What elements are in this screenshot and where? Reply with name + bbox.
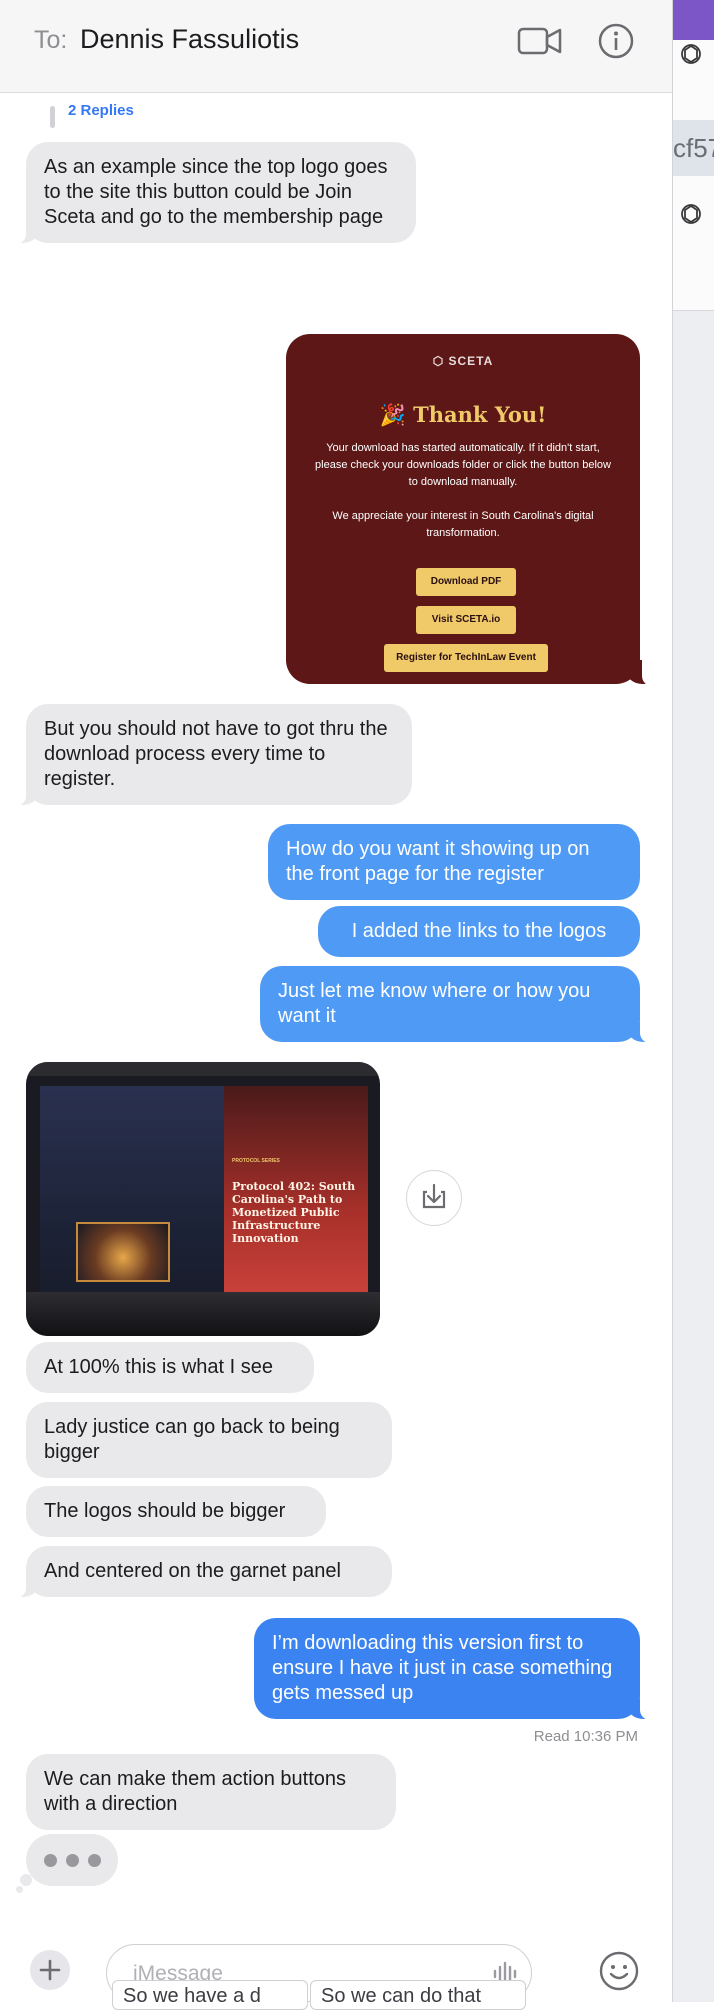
- message-bubble-sent[interactable]: Just let me know where or how you want i…: [260, 966, 650, 1043]
- to-label: To:: [34, 26, 68, 54]
- info-circle-icon[interactable]: [592, 20, 640, 62]
- background-window-header: [673, 0, 714, 40]
- download-tray-icon: [422, 1183, 446, 1209]
- photo-keyboard: [26, 1292, 380, 1336]
- read-receipt: Read 10:36 PM: [533, 1728, 638, 1745]
- message-text: We can make them action buttons with a d…: [44, 1768, 347, 1815]
- message-text: Just let me know where or how you want i…: [278, 980, 591, 1027]
- visit-sceta-button: Visit SCETA.io: [416, 606, 516, 634]
- register-event-button: Register for TechInLaw Event: [384, 644, 548, 672]
- message-bubble-received[interactable]: But you should not have to got thru the …: [16, 704, 412, 806]
- emoji-smile-icon[interactable]: [598, 1950, 640, 1992]
- image-attachment-thank-you[interactable]: ⬡ SCETA 🎉 Thank You! Your download has s…: [286, 334, 640, 684]
- message-bubble-sent[interactable]: I added the links to the logos: [318, 906, 640, 957]
- thank-you-title: 🎉 Thank You!: [379, 402, 547, 427]
- appreciation-text: We appreciate your interest in South Car…: [332, 510, 594, 539]
- message-bubble-received[interactable]: At 100% this is what I see: [26, 1342, 314, 1393]
- conversation-header: To: Dennis Fassuliotis: [0, 0, 672, 93]
- typing-indicator-tail: [20, 1874, 32, 1886]
- download-pdf-button: Download PDF: [416, 568, 516, 596]
- message-text: At 100% this is what I see: [44, 1356, 274, 1378]
- video-camera-icon[interactable]: [516, 20, 564, 62]
- photo-label: PROTOCOL SERIES: [232, 1158, 280, 1164]
- message-thread: To: Dennis Fassuliotis 2 Replies As an e…: [0, 0, 672, 2010]
- sceta-logo: ⬡ SCETA: [432, 354, 494, 368]
- photo-lady-justice-art: [76, 1222, 170, 1282]
- message-bubble-received[interactable]: And centered on the garnet panel: [16, 1546, 392, 1598]
- message-text: I added the links to the logos: [351, 920, 607, 942]
- message-text: How do you want it showing up on the fro…: [286, 838, 590, 885]
- message-text: Lady justice can go back to being bigger: [44, 1416, 340, 1463]
- background-window-strip: cf57: [672, 0, 714, 2002]
- message-text: But you should not have to got thru the …: [44, 718, 388, 790]
- message-bubble-sent[interactable]: How do you want it showing up on the fro…: [268, 824, 640, 900]
- openai-logo-icon[interactable]: [677, 200, 705, 228]
- plus-icon: [39, 1959, 61, 1981]
- message-bubble-sent[interactable]: I’m downloading this version first to en…: [254, 1618, 650, 1720]
- photo-attachment-laptop[interactable]: PROTOCOL SERIES Protocol 402: South Caro…: [26, 1062, 380, 1336]
- openai-logo-icon[interactable]: [677, 40, 705, 68]
- message-bubble-received[interactable]: As an example since the top logo goes to…: [16, 142, 416, 244]
- message-bubble-received[interactable]: The logos should be bigger: [26, 1486, 326, 1537]
- message-bubble-received[interactable]: Lady justice can go back to being bigger: [26, 1402, 392, 1478]
- bubble-tail-mask: [642, 658, 654, 686]
- typing-dot: [44, 1854, 57, 1867]
- photo-title: Protocol 402: South Carolina's Path to M…: [232, 1180, 356, 1245]
- message-text: And centered on the garnet panel: [44, 1560, 341, 1582]
- save-image-button[interactable]: [406, 1170, 462, 1226]
- photo-screen-left: [40, 1086, 224, 1326]
- message-text: The logos should be bigger: [44, 1500, 286, 1522]
- typing-suggestion[interactable]: So we have a d: [112, 1980, 308, 2010]
- typing-indicator: [26, 1834, 118, 1886]
- typing-indicator-tail: [16, 1886, 23, 1893]
- typing-dot: [66, 1854, 79, 1867]
- typing-suggestion[interactable]: So we can do that: [310, 1980, 526, 2010]
- typing-dot: [88, 1854, 101, 1867]
- apps-plus-button[interactable]: [30, 1950, 70, 1990]
- reply-thread-line: [50, 106, 55, 128]
- photo-browser-bar: [26, 1062, 380, 1076]
- message-text: I’m downloading this version first to en…: [272, 1632, 613, 1704]
- download-started-text: Your download has started automatically.…: [315, 442, 611, 488]
- replies-link[interactable]: 2 Replies: [68, 102, 134, 119]
- background-window-text: cf57: [673, 120, 714, 176]
- message-bubble-received[interactable]: We can make them action buttons with a d…: [26, 1754, 396, 1830]
- recipient-name[interactable]: Dennis Fassuliotis: [80, 24, 299, 55]
- message-text: As an example since the top logo goes to…: [44, 156, 388, 228]
